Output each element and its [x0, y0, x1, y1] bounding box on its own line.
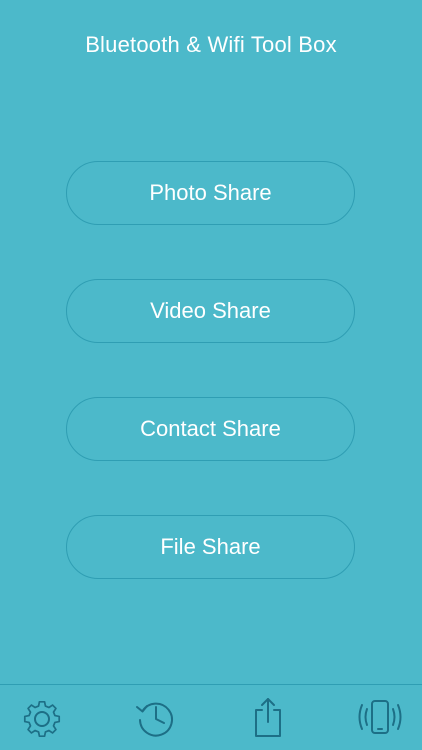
- gear-icon: [23, 700, 61, 738]
- file-share-button[interactable]: File Share: [66, 515, 355, 579]
- bottom-tab-bar: [0, 684, 422, 750]
- settings-tab[interactable]: [18, 693, 66, 741]
- contact-share-label: Contact Share: [140, 416, 281, 441]
- photo-share-label: Photo Share: [149, 180, 272, 205]
- contact-share-button[interactable]: Contact Share: [66, 397, 355, 461]
- vibrating-phone-icon: [358, 700, 402, 734]
- device-tab[interactable]: [356, 693, 404, 741]
- history-tab[interactable]: [132, 693, 180, 741]
- share-icon: [255, 698, 281, 737]
- app-screen: Bluetooth & Wifi Tool Box Photo Share Vi…: [0, 0, 422, 750]
- file-share-label: File Share: [160, 534, 261, 559]
- video-share-button[interactable]: Video Share: [66, 279, 355, 343]
- page-title: Bluetooth & Wifi Tool Box: [85, 32, 337, 57]
- history-icon: [136, 702, 173, 737]
- video-share-label: Video Share: [150, 298, 271, 323]
- share-tab[interactable]: [244, 693, 292, 741]
- photo-share-button[interactable]: Photo Share: [66, 161, 355, 225]
